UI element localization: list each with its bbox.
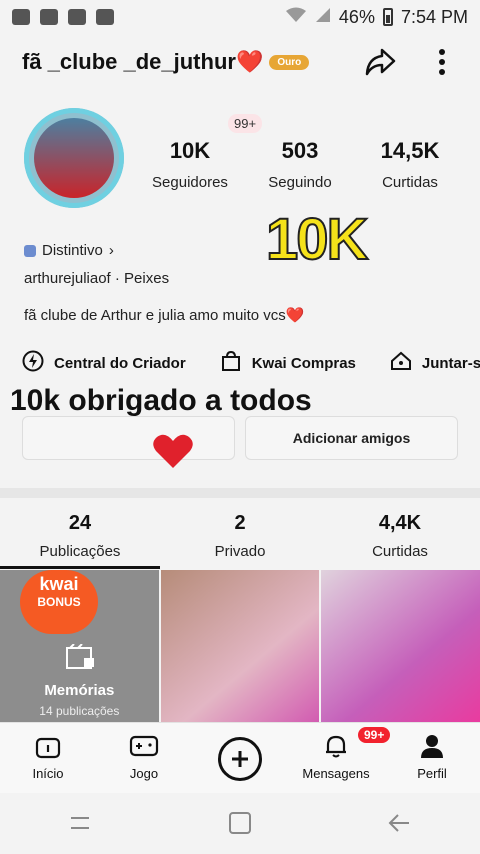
status-left-icons <box>12 9 114 25</box>
lightning-icon <box>22 350 44 376</box>
overlay-caption: 10k obrigado a todos <box>10 384 312 417</box>
active-tab-indicator <box>0 566 160 569</box>
notification-icon <box>40 9 58 25</box>
memories-icon <box>66 643 96 675</box>
nav-game[interactable]: Jogo <box>96 723 192 793</box>
gold-badge[interactable]: Ouro <box>269 54 310 70</box>
stat-value: 14,5K <box>380 138 440 163</box>
wifi-icon <box>285 7 307 28</box>
kwai-shop-button[interactable]: Kwai Compras <box>220 350 356 376</box>
stat-value: 10K <box>169 138 211 163</box>
kwai-bonus-badge[interactable]: kwai BONUS <box>20 570 98 634</box>
stat-label: Curtidas <box>382 174 438 191</box>
notification-icon <box>12 9 30 25</box>
status-right: 46% 7:54 PM <box>285 7 468 28</box>
person-icon <box>419 735 445 762</box>
memories-count: 14 publicações <box>39 704 120 718</box>
stat-likes[interactable]: 14,5K Curtidas <box>370 138 450 191</box>
clock: 7:54 PM <box>400 6 468 27</box>
more-options-icon[interactable] <box>426 46 458 78</box>
tab-value: 4,4K <box>378 512 422 534</box>
bonus-line1: kwai <box>39 574 79 594</box>
home-group-icon <box>390 350 412 376</box>
action-buttons: Adicionar amigos <box>22 416 458 460</box>
edit-profile-button[interactable] <box>22 416 235 460</box>
share-icon[interactable] <box>364 46 396 78</box>
nav-label: Perfil <box>417 766 447 781</box>
memories-label: Memórias <box>44 682 115 699</box>
battery-percent: 46% <box>338 6 375 27</box>
home-icon <box>35 737 61 762</box>
status-bar: 46% 7:54 PM <box>0 0 480 34</box>
tab-private[interactable]: 2 Privado <box>160 512 320 560</box>
plus-icon <box>218 737 262 781</box>
10k-sticker: 10K <box>265 206 369 273</box>
stat-label: Seguindo <box>268 174 332 191</box>
username: fã _clube _de_juthur❤️ <box>22 49 264 74</box>
bottom-nav: Início Jogo 99+ Mensagens Perfil <box>0 722 480 793</box>
new-followers-badge: 99+ <box>228 114 263 133</box>
add-friends-button[interactable]: Adicionar amigos <box>245 416 458 460</box>
heart-icon <box>152 432 194 475</box>
profile-stats: 10K Seguidores 503 Seguindo 14,5K Curtid… <box>150 138 450 191</box>
gamepad-icon <box>129 735 159 762</box>
signal-icon <box>315 7 331 28</box>
shopping-bag-icon <box>220 350 242 376</box>
tab-posts[interactable]: 24 Publicações <box>0 512 160 560</box>
nav-home[interactable]: Início <box>0 723 96 793</box>
system-nav <box>0 796 480 854</box>
join-button[interactable]: Juntar-s <box>390 350 480 376</box>
bio: fã clube de Arthur e julia amo muito vcs… <box>24 307 305 324</box>
shortcut-label: Juntar-s <box>421 354 480 372</box>
distintivo-link[interactable]: Distintivo › <box>24 242 114 259</box>
stat-followers[interactable]: 10K Seguidores <box>150 138 230 191</box>
nav-profile[interactable]: Perfil <box>384 723 480 793</box>
tab-likes[interactable]: 4,4K Curtidas <box>320 512 480 560</box>
nav-create[interactable] <box>192 723 288 793</box>
home-button-icon[interactable] <box>227 810 253 841</box>
nav-label: Mensagens <box>302 766 370 781</box>
section-divider <box>0 488 480 498</box>
stat-label: Seguidores <box>152 174 228 191</box>
tab-value: 2 <box>234 512 246 534</box>
tab-value: 24 <box>68 512 92 534</box>
recents-icon[interactable] <box>67 812 93 839</box>
post-thumbnail[interactable] <box>321 570 480 722</box>
notification-icon <box>96 9 114 25</box>
distintivo-label: Distintivo <box>42 242 103 259</box>
content-tabs: 24 Publicações 2 Privado 4,4K Curtidas <box>0 512 480 560</box>
bonus-line2: BONUS <box>37 595 81 609</box>
memories-tile[interactable]: kwai BONUS Memórias 14 publicações <box>0 570 159 722</box>
shortcut-label: Central do Criador <box>54 354 186 372</box>
shield-icon <box>68 9 86 25</box>
tab-label: Curtidas <box>372 543 428 560</box>
user-handle: arthurejuliaof · Peixes <box>24 270 170 287</box>
shortcut-label: Kwai Compras <box>251 354 356 372</box>
chevron-right-icon: › <box>108 242 114 259</box>
tab-label: Privado <box>214 543 266 560</box>
back-icon[interactable] <box>387 812 413 839</box>
nav-label: Início <box>32 766 64 781</box>
badge-icon <box>24 244 36 257</box>
stat-value: 503 <box>281 138 319 163</box>
battery-icon <box>382 8 393 26</box>
nav-label: Jogo <box>129 766 159 781</box>
posts-grid: kwai BONUS Memórias 14 publicações <box>0 570 480 722</box>
creator-center-button[interactable]: Central do Criador <box>22 350 186 376</box>
nav-messages[interactable]: 99+ Mensagens <box>288 723 391 793</box>
shortcut-row: Central do Criador Kwai Compras Juntar-s <box>22 350 480 376</box>
profile-header: fã _clube _de_juthur❤️ Ouro <box>22 40 458 84</box>
tab-label: Publicações <box>39 543 121 560</box>
bell-icon <box>323 735 349 762</box>
post-thumbnail[interactable] <box>160 570 320 722</box>
stat-following[interactable]: 503 Seguindo <box>260 138 340 191</box>
avatar[interactable] <box>24 108 124 208</box>
